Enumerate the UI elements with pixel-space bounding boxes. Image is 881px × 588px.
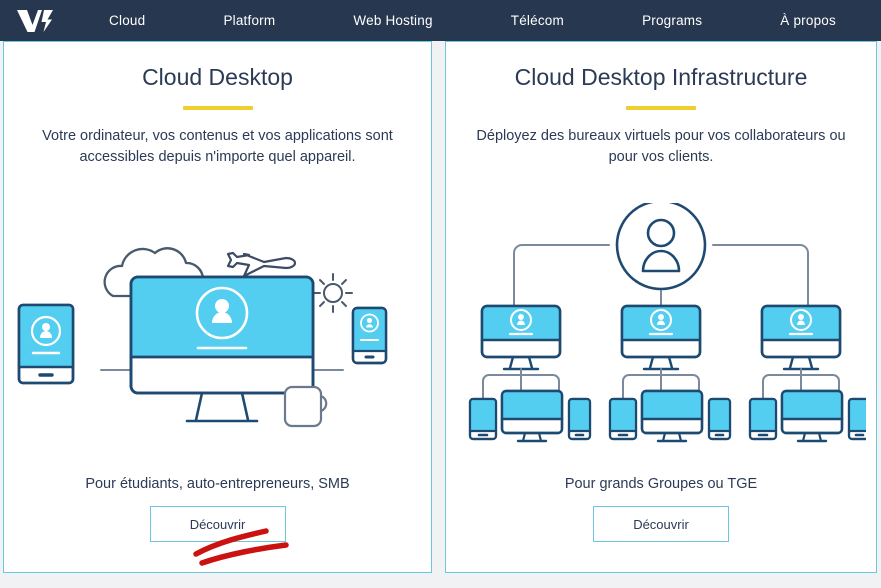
illustration-cloud-desktop: [4, 169, 431, 476]
top-navbar: Cloud Platform Web Hosting Télécom Progr…: [0, 0, 881, 41]
card-title: Cloud Desktop: [142, 64, 293, 90]
card-footer-text: Pour étudiants, auto-entrepreneurs, SMB: [85, 476, 350, 492]
nav-item-a-propos[interactable]: À propos: [780, 13, 836, 28]
card-footer-text: Pour grands Groupes ou TGE: [564, 476, 758, 492]
cdi-illustration-svg: [468, 202, 866, 442]
discover-button[interactable]: Découvrir: [593, 506, 729, 542]
nav-item-platform[interactable]: Platform: [223, 13, 275, 28]
nav-links: Cloud Platform Web Hosting Télécom Progr…: [70, 13, 881, 28]
nav-item-programs[interactable]: Programs: [642, 13, 702, 28]
cards-container: Cloud Desktop Votre ordinateur, vos cont…: [0, 41, 881, 588]
nav-item-web-hosting[interactable]: Web Hosting: [353, 13, 432, 28]
cloud-desktop-illustration-svg: [17, 246, 387, 427]
card-subtitle: Votre ordinateur, vos contenus et vos ap…: [42, 127, 393, 166]
brand-logo[interactable]: [0, 0, 70, 41]
discover-button-wrap: Découvrir: [149, 506, 289, 572]
card-subtitle: Déployez des bureaux virtuels pour vos c…: [476, 127, 846, 166]
nav-item-cloud[interactable]: Cloud: [109, 13, 145, 28]
card-cloud-desktop-infrastructure: Cloud Desktop Infrastructure Déployez de…: [445, 41, 877, 573]
nav-item-telecom[interactable]: Télécom: [511, 13, 564, 28]
discover-button[interactable]: Découvrir: [149, 506, 286, 542]
illustration-cdi: [446, 169, 876, 476]
title-divider: [626, 105, 696, 110]
card-cloud-desktop: Cloud Desktop Votre ordinateur, vos cont…: [3, 41, 432, 573]
logo-icon: [17, 9, 53, 32]
title-divider: [182, 105, 253, 110]
card-title: Cloud Desktop Infrastructure: [514, 64, 808, 90]
